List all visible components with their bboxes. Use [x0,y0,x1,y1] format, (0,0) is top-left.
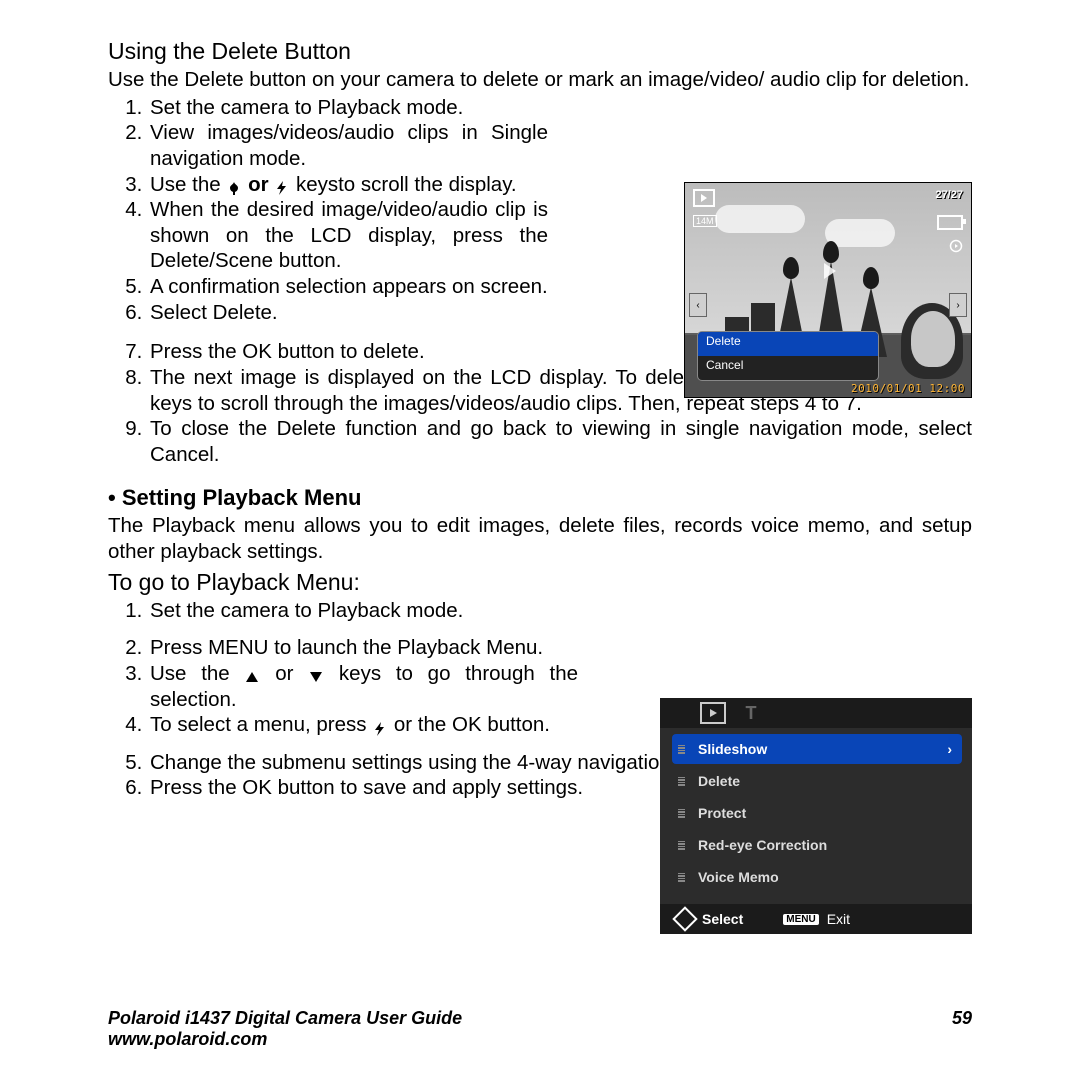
macro-icon [226,177,242,193]
flash-icon [274,177,290,193]
menu-item-protect[interactable]: Protect [672,798,962,828]
step-item: To close the Delete function and go back… [148,416,972,467]
playback-menu-list: Slideshow › Delete Protect Red-eye Corre… [660,728,972,892]
menu-item-voicememo[interactable]: Voice Memo [672,862,962,892]
step-item: Set the camera to Playback mode. [148,598,578,624]
step-item: A confirmation selection appears on scre… [148,274,548,300]
image-counter: 27/27 [935,189,963,201]
section2-intro: The Playback menu allows you to edit ima… [108,513,972,564]
footer-left: Polaroid i1437 Digital Camera User Guide… [108,1008,462,1050]
footer-select-label: Select [702,911,743,927]
tab-playback-icon[interactable] [700,702,726,724]
flash-icon [372,718,388,734]
step-item: Set the camera to Playback mode. [148,95,548,121]
footer-exit-label: Exit [827,911,850,927]
play-icon [949,239,963,256]
timestamp: 2010/01/01 12:00 [851,382,965,395]
step-item: Use the or keysto scroll the display. [148,172,548,198]
section1-intro: Use the Delete button on your camera to … [108,67,972,93]
step-item: Select Delete. [148,300,548,326]
lcd-delete-screenshot: 27/27 14M ‹ › Delete Cancel 2010/01/01 1… [684,182,972,398]
menu-item-label: Voice Memo [698,869,779,885]
section2-subheading: To go to Playback Menu: [108,569,972,596]
tab-setup-icon[interactable]: T [740,704,762,722]
guide-title: Polaroid i1437 Digital Camera User Guide [108,1008,462,1029]
dpad-icon [672,906,697,931]
step-item: Press MENU to launch the Playback Menu. [148,635,578,661]
menu-item-delete[interactable]: Delete [698,332,878,356]
person-face [911,311,955,367]
delete-confirm-menu: Delete Cancel [697,331,879,381]
menu-tabbar: T [660,698,972,728]
menu-item-slideshow[interactable]: Slideshow › [672,734,962,764]
nav-left-icon: ‹ [689,293,707,317]
section2-heading: Setting Playback Menu [108,485,972,511]
menu-item-delete[interactable]: Delete [672,766,962,796]
step-item: Use the or keys to go through the select… [148,661,578,712]
up-arrow-icon [244,666,260,682]
page-footer: Polaroid i1437 Digital Camera User Guide… [108,1008,972,1050]
chevron-right-icon: › [947,741,952,757]
menu-key-icon: MENU [783,914,818,925]
section2-steps-first: Set the camera to Playback mode. Press M… [108,598,578,738]
menu-item-cancel[interactable]: Cancel [698,356,878,380]
menu-item-label: Slideshow [698,741,767,757]
resolution-indicator: 14M [693,215,717,227]
down-arrow-icon [308,666,324,682]
nav-right-icon: › [949,293,967,317]
section1-heading: Using the Delete Button [108,38,972,65]
lcd-playback-menu-screenshot: T Slideshow › Delete Protect Red-eye Cor… [660,698,972,934]
playback-mode-icon [693,189,715,207]
menu-item-redeye[interactable]: Red-eye Correction [672,830,962,860]
menu-footer: Select MENU Exit [660,904,972,934]
guide-url: www.polaroid.com [108,1029,462,1050]
center-play-icon [824,263,836,279]
step-item: View images/videos/audio clips in Single… [148,120,548,171]
step-item: To select a menu, press or the OK button… [148,712,578,738]
battery-icon [937,215,963,230]
step-item: When the desired image/video/audio clip … [148,197,548,274]
page-number: 59 [952,1008,972,1050]
menu-item-label: Protect [698,805,746,821]
section1-steps-first: Set the camera to Playback mode. View im… [108,95,548,326]
menu-item-label: Red-eye Correction [698,837,827,853]
menu-item-label: Delete [698,773,740,789]
manual-page: Using the Delete Button Use the Delete b… [0,0,1080,1080]
